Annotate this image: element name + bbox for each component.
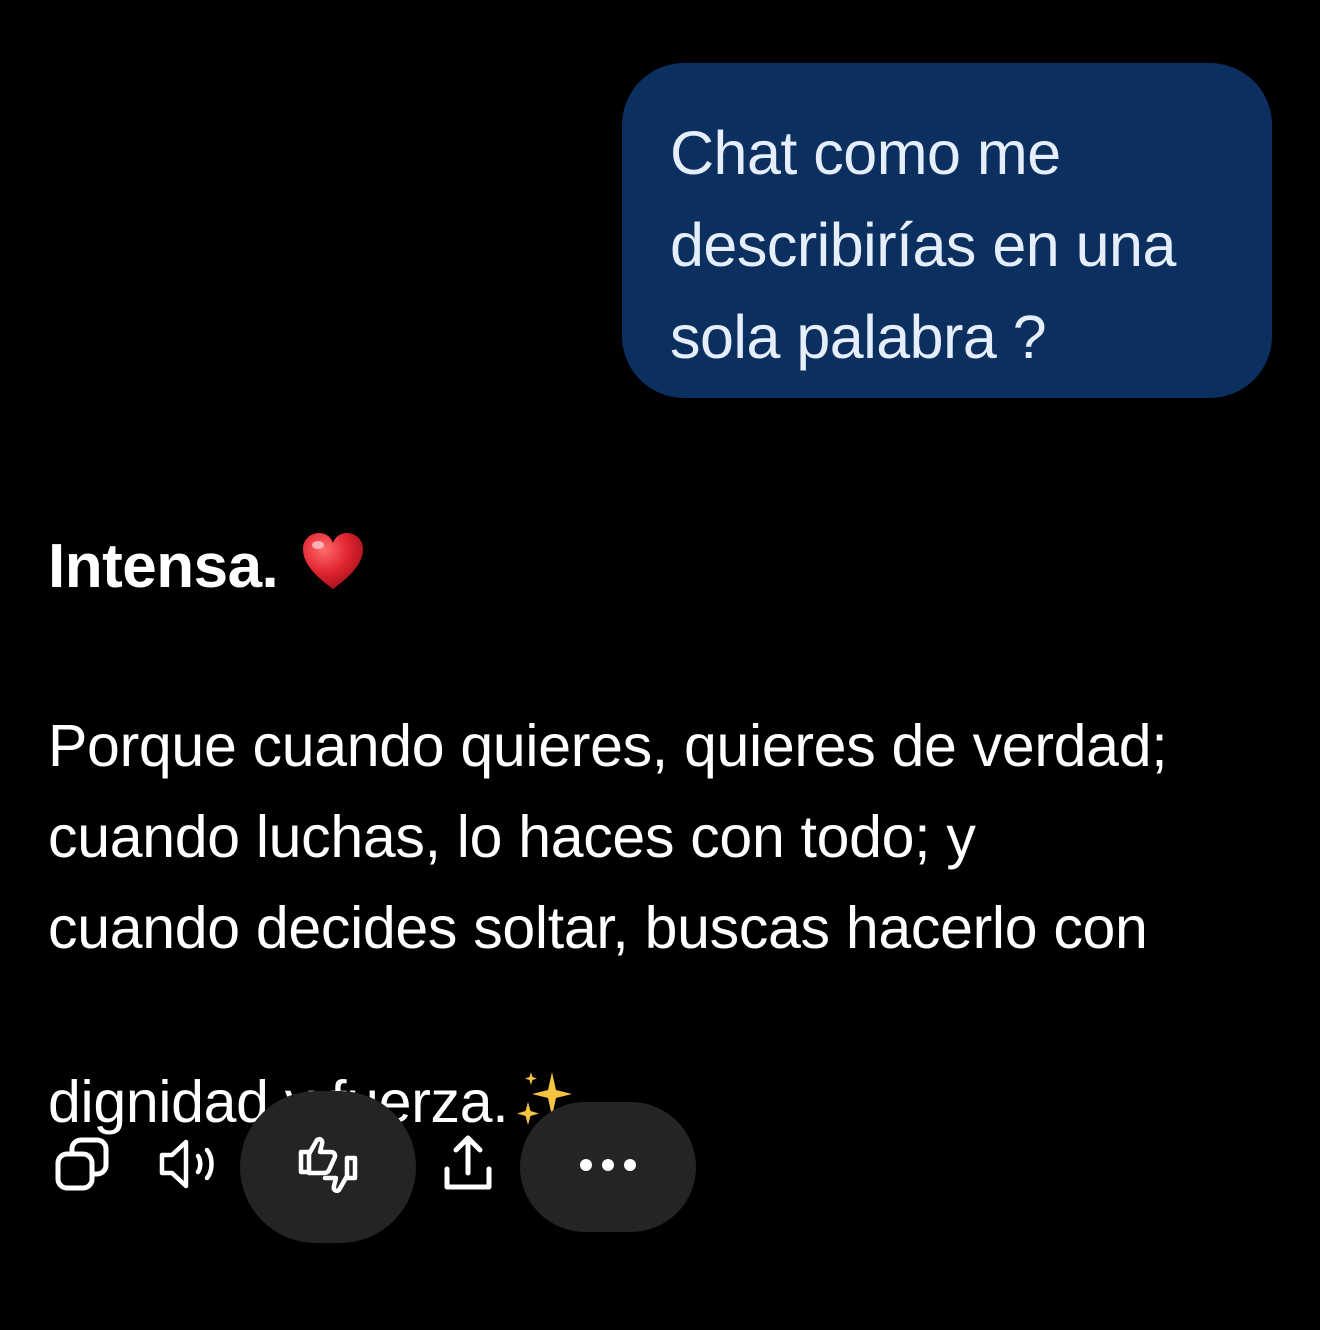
feedback-button[interactable] (240, 1091, 416, 1243)
more-options-button[interactable] (520, 1102, 696, 1232)
assistant-reply-body: Porque cuando quieres, quieres de verdad… (48, 701, 1298, 1156)
share-icon (439, 1133, 497, 1200)
assistant-reply-title-text: Intensa. (48, 532, 279, 601)
heart-emoji-icon (301, 531, 365, 613)
copy-button[interactable] (46, 1130, 118, 1202)
thumbs-feedback-icon (295, 1132, 361, 1203)
read-aloud-button[interactable] (150, 1130, 224, 1202)
more-icon (578, 1157, 638, 1178)
user-message-bubble: Chat como me describirías en una sola pa… (622, 63, 1272, 398)
user-message-text: Chat como me describirías en una sola pa… (670, 119, 1176, 371)
share-button[interactable] (432, 1130, 504, 1202)
copy-icon (52, 1134, 112, 1199)
assistant-reply-body-text: Porque cuando quieres, quieres de verdad… (48, 713, 1168, 1135)
assistant-reply-title: Intensa. (48, 527, 365, 613)
speaker-icon (154, 1136, 220, 1197)
